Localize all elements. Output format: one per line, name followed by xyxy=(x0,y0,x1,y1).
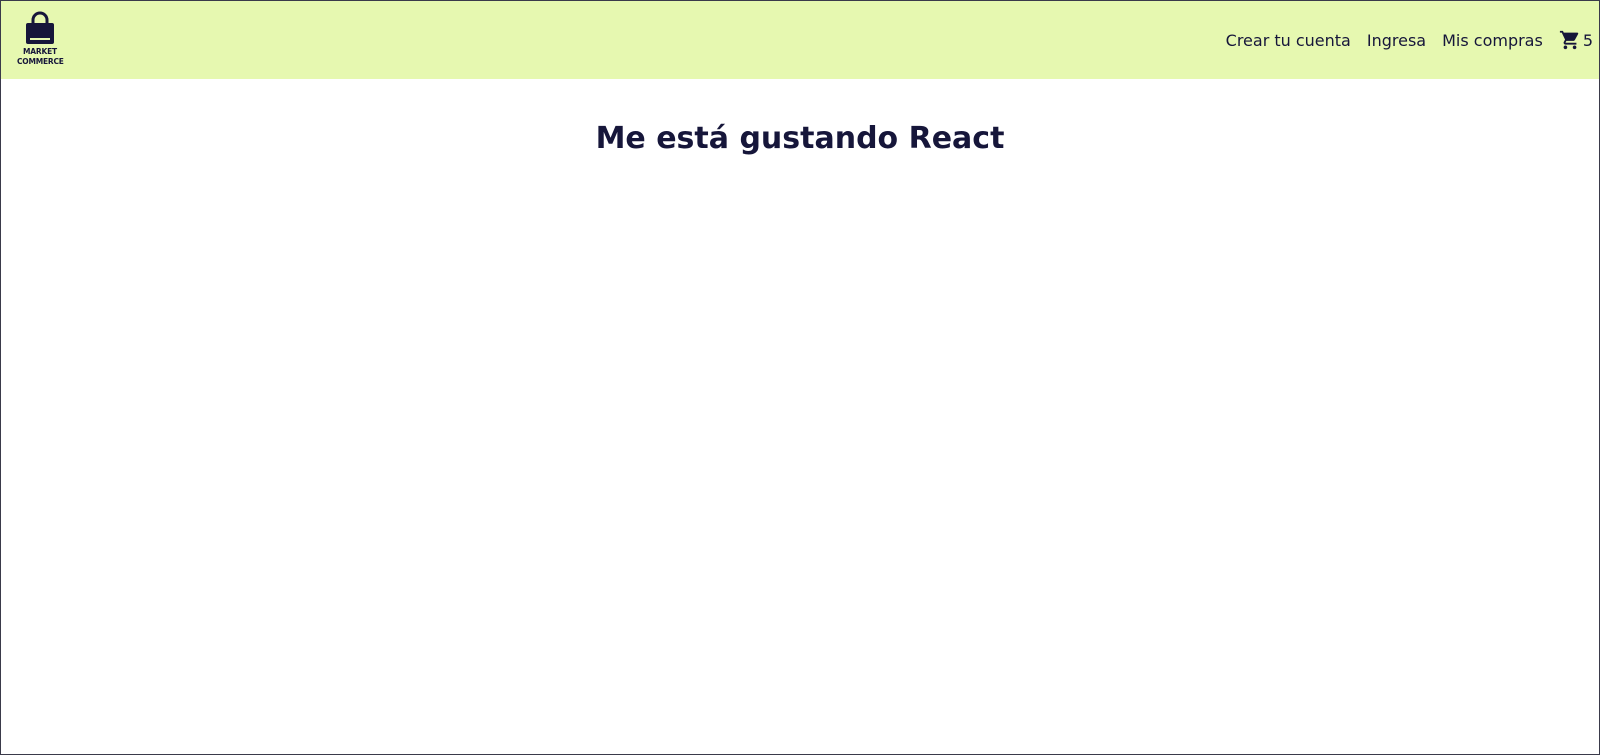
navbar: MARKET COMMERCE Crear tu cuenta Ingresa … xyxy=(1,1,1599,79)
app-frame: MARKET COMMERCE Crear tu cuenta Ingresa … xyxy=(0,0,1600,755)
logo-text-line1: MARKET xyxy=(23,47,57,56)
logo-text-line2: COMMERCE xyxy=(17,57,64,66)
cart-widget[interactable]: 5 xyxy=(1559,29,1593,51)
cart-count: 5 xyxy=(1582,30,1593,50)
cart-icon xyxy=(1559,30,1579,50)
purchases-link[interactable]: Mis compras xyxy=(1442,31,1543,50)
shopping-bag-icon xyxy=(26,11,54,44)
login-link[interactable]: Ingresa xyxy=(1367,31,1426,50)
logo[interactable]: MARKET COMMERCE xyxy=(17,11,64,69)
nav-links: Crear tu cuenta Ingresa Mis compras 5 xyxy=(1226,1,1593,79)
create-account-link[interactable]: Crear tu cuenta xyxy=(1226,31,1351,50)
page-title: Me está gustando React xyxy=(595,121,1005,157)
logo-text: MARKET COMMERCE xyxy=(17,47,64,67)
